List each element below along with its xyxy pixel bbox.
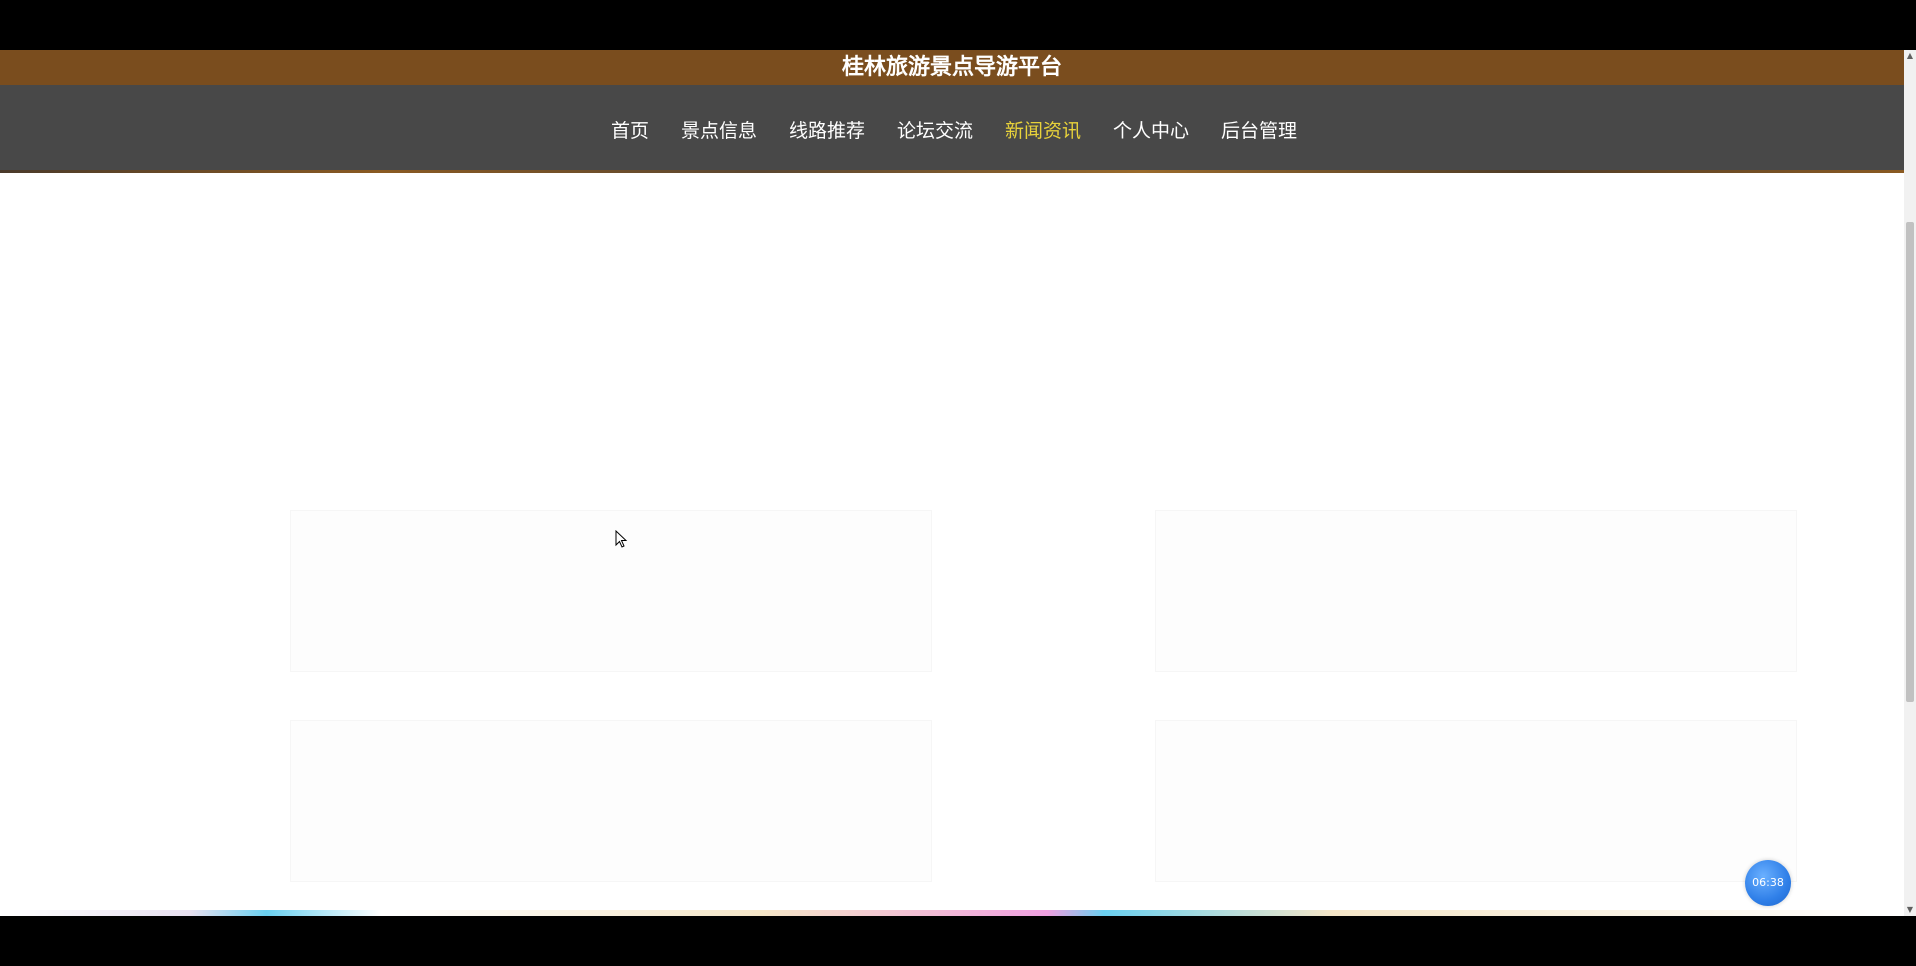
scrollbar-thumb[interactable] bbox=[1906, 222, 1914, 702]
news-card[interactable] bbox=[1155, 720, 1797, 882]
vertical-scrollbar[interactable]: ▲ ▼ bbox=[1904, 50, 1916, 916]
mouse-cursor-icon bbox=[615, 530, 628, 548]
news-card[interactable] bbox=[1155, 510, 1797, 672]
nav-item-home[interactable]: 首页 bbox=[611, 116, 649, 143]
browser-viewport: 桂林旅游景点导游平台 首页 景点信息 线路推荐 论坛交流 新闻资讯 个人中心 后… bbox=[0, 50, 1916, 916]
footer-image-strip bbox=[0, 910, 1904, 916]
scroll-up-arrow-icon[interactable]: ▲ bbox=[1904, 50, 1916, 62]
news-card[interactable] bbox=[290, 720, 932, 882]
nav-item-forum[interactable]: 论坛交流 bbox=[897, 116, 973, 143]
banner-area bbox=[0, 173, 1904, 503]
nav-item-admin[interactable]: 后台管理 bbox=[1221, 116, 1297, 143]
nav-item-attractions[interactable]: 景点信息 bbox=[681, 116, 757, 143]
main-nav: 首页 景点信息 线路推荐 论坛交流 新闻资讯 个人中心 后台管理 bbox=[0, 85, 1904, 173]
nav-item-personal-center[interactable]: 个人中心 bbox=[1113, 116, 1189, 143]
news-card[interactable] bbox=[290, 510, 932, 672]
scroll-down-arrow-icon[interactable]: ▼ bbox=[1904, 904, 1916, 916]
nav-item-news[interactable]: 新闻资讯 bbox=[1005, 116, 1081, 143]
nav-item-routes[interactable]: 线路推荐 bbox=[789, 116, 865, 143]
site-title: 桂林旅游景点导游平台 bbox=[0, 50, 1904, 85]
floating-timer-badge[interactable]: 06:38 bbox=[1745, 860, 1791, 906]
